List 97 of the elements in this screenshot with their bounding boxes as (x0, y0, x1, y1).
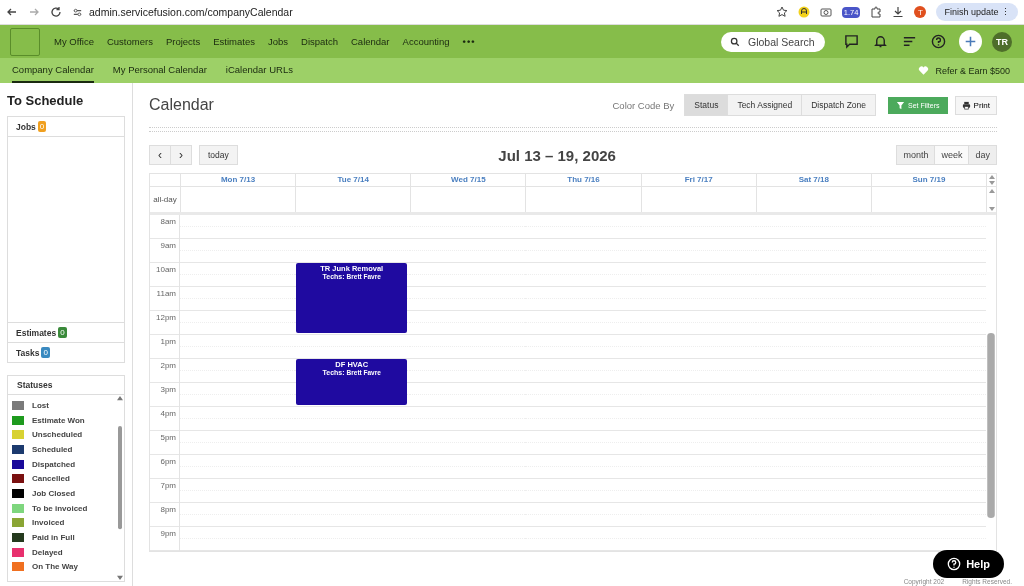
nav-link[interactable]: Projects (165, 36, 201, 47)
nav-link[interactable]: Customers (106, 36, 153, 47)
refer-link[interactable]: Refer & Earn $500 (935, 65, 1010, 76)
status-label: Invoiced (32, 518, 65, 528)
subnav-tab[interactable]: iCalendar URLs (225, 58, 293, 83)
color-code-label: Color Code By (612, 99, 675, 111)
hour-label: 9am (159, 240, 177, 250)
nav-link[interactable]: Calendar (351, 36, 390, 47)
status-label: Lost (32, 400, 49, 410)
add-icon[interactable] (959, 30, 982, 53)
help-button[interactable]: Help (933, 550, 1004, 578)
day-header[interactable]: Sat 7/18 (755, 174, 871, 186)
nav-link[interactable]: Jobs (267, 36, 288, 47)
star-icon[interactable] (775, 6, 788, 18)
print-button[interactable]: Print (954, 95, 997, 115)
hour-label: 4pm (159, 408, 177, 418)
status-label: Delayed (32, 547, 63, 557)
day-header[interactable]: Wed 7/15 (410, 174, 526, 186)
hour-label: 5pm (159, 432, 177, 442)
hour-label: 11am (155, 288, 177, 298)
hour-label: 9pm (159, 528, 177, 538)
search-field[interactable]: Global Search (721, 31, 825, 52)
scroll-arrows-icon[interactable] (988, 188, 995, 211)
hour-label: 8am (159, 216, 177, 226)
status-label: To be invoiced (32, 503, 88, 513)
color-code-option[interactable]: Tech Assigned (727, 95, 802, 115)
address-bar[interactable]: admin.servicefusion.com/companyCalendar (89, 6, 293, 18)
count-badge: 0 (37, 121, 47, 132)
back-icon[interactable] (6, 6, 18, 18)
hour-label: 6pm (159, 456, 177, 466)
color-code-option[interactable]: Dispatch Zone (801, 95, 876, 115)
site-settings-icon[interactable] (72, 6, 83, 18)
download-icon[interactable] (892, 6, 905, 18)
scroll-arrows-icon[interactable] (988, 175, 995, 185)
view-tab[interactable]: week (934, 146, 969, 164)
nav-link[interactable]: Dispatch (301, 36, 338, 47)
update-button[interactable]: Finish update ⋮ (936, 3, 1018, 21)
heart-icon (918, 65, 930, 76)
subnav-tab[interactable]: My Personal Calendar (112, 58, 207, 83)
bell-icon[interactable] (873, 34, 888, 49)
nav-link[interactable]: Estimates (213, 36, 255, 47)
question-icon (947, 557, 962, 571)
logo-placeholder[interactable] (10, 27, 40, 56)
hour-label: 7pm (159, 480, 177, 490)
puzzle-icon[interactable] (870, 6, 883, 18)
search-icon (730, 36, 740, 47)
printer-icon (961, 100, 971, 110)
next-button[interactable]: › (170, 146, 191, 164)
user-avatar[interactable]: TR (992, 31, 1012, 52)
hour-label: 3pm (159, 384, 177, 394)
previous-button[interactable]: ‹ (150, 146, 170, 164)
status-label: On The Way (32, 562, 78, 572)
subnav-tab[interactable]: Company Calendar (12, 58, 94, 83)
hour-label: 1pm (159, 336, 177, 346)
hour-label: 12pm (155, 312, 177, 322)
day-header[interactable]: Tue 7/14 (295, 174, 411, 186)
today-button[interactable]: today (199, 145, 238, 165)
camera-icon[interactable] (819, 6, 832, 18)
day-header[interactable]: Sun 7/19 (870, 174, 986, 186)
status-label: Dispatched (32, 459, 76, 469)
count-badge: 0 (41, 347, 50, 358)
status-label: Paid in Full (32, 533, 75, 543)
status-label: Job Closed (32, 488, 76, 498)
page-title: Calendar (149, 96, 214, 114)
day-header[interactable]: Mon 7/13 (180, 174, 296, 186)
nav-link[interactable]: Accounting (402, 36, 450, 47)
section-label[interactable]: Tasks (16, 347, 40, 358)
count-badge: 0 (58, 327, 67, 338)
nav-link[interactable]: My Office (54, 36, 94, 47)
section-label[interactable]: Estimates (16, 327, 57, 338)
more-menu[interactable]: ••• (462, 36, 476, 47)
all-day-label: all-day (152, 194, 178, 206)
view-tab[interactable]: month (897, 146, 935, 164)
sort-icon[interactable] (902, 34, 917, 49)
day-header[interactable]: Thu 7/16 (525, 174, 641, 186)
hour-label: 10am (155, 264, 177, 274)
extension-icon[interactable] (797, 6, 810, 18)
view-tab[interactable]: day (968, 146, 996, 164)
help-icon[interactable] (931, 34, 946, 49)
status-label: Cancelled (32, 474, 70, 484)
status-label: Estimate Won (32, 415, 85, 425)
status-label: Unscheduled (32, 430, 83, 440)
color-code-option[interactable]: Status (685, 95, 728, 115)
hour-label: 2pm (159, 360, 177, 370)
day-header[interactable]: Fri 7/17 (640, 174, 756, 186)
filter-icon (896, 100, 906, 110)
forward-icon[interactable] (28, 6, 40, 18)
reload-icon[interactable] (50, 6, 62, 18)
chat-icon[interactable] (844, 34, 859, 49)
status-label: Scheduled (32, 444, 73, 454)
scrollbar[interactable] (116, 395, 124, 581)
profile-avatar[interactable]: T (914, 6, 927, 18)
statuses-heading: Statuses (8, 376, 124, 395)
section-label[interactable]: Jobs (16, 121, 36, 132)
hour-label: 8pm (159, 504, 177, 514)
date-range: Jul 13 – 19, 2026 (497, 146, 617, 164)
sidebar-title: To Schedule (7, 93, 85, 108)
